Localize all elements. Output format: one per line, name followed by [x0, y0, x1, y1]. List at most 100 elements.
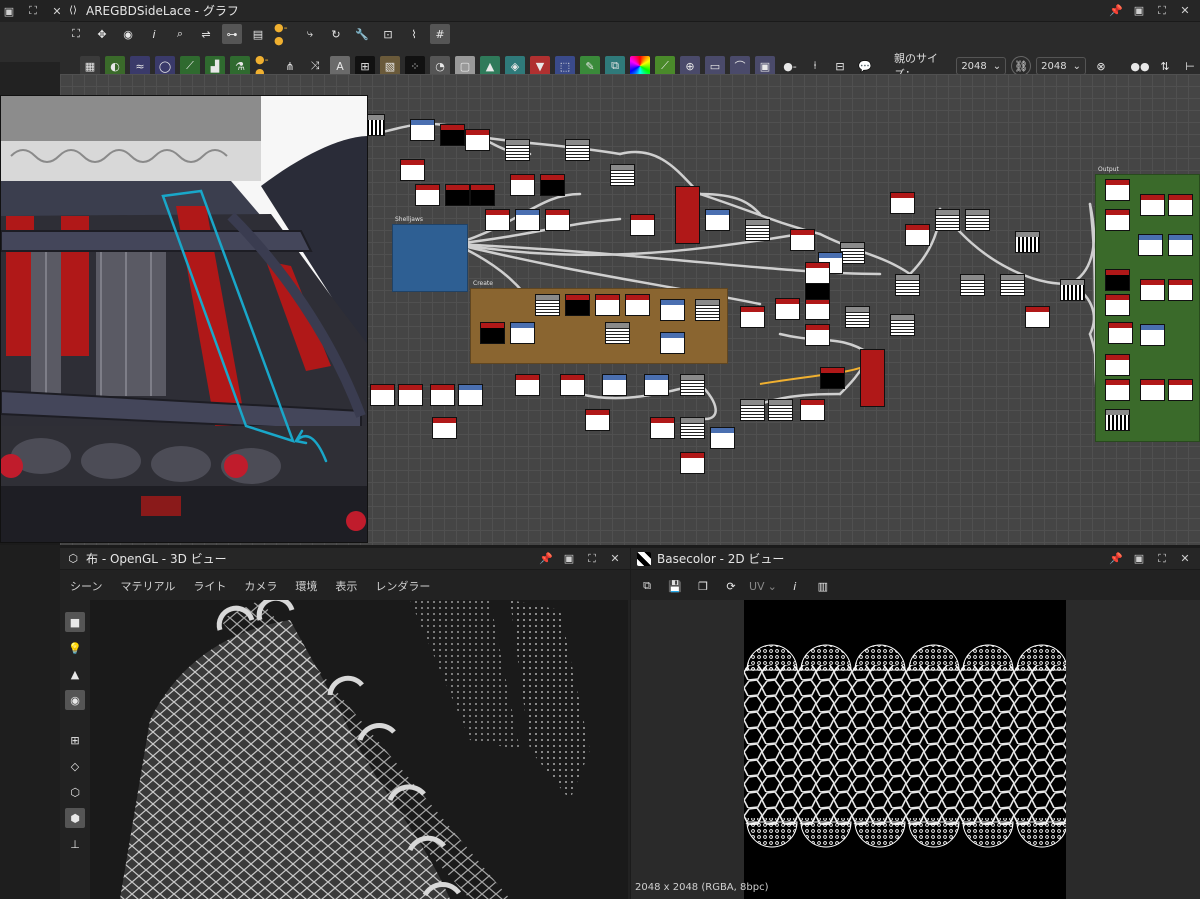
histogram-icon[interactable]: ▥: [813, 576, 833, 596]
node-chain-icon[interactable]: ●●: [1130, 56, 1150, 76]
menu-display[interactable]: 表示: [335, 578, 357, 594]
link-icon[interactable]: ⇌: [196, 24, 216, 44]
graph-node[interactable]: [400, 159, 425, 181]
levels-icon[interactable]: ⟋: [180, 56, 200, 76]
select-icon[interactable]: ⬚: [555, 56, 575, 76]
duplicate-icon[interactable]: ❐: [693, 576, 713, 596]
connector-node-icon[interactable]: ●-●: [255, 53, 275, 79]
svg-icon[interactable]: ⁘: [405, 56, 425, 76]
graph-node[interactable]: [610, 164, 635, 186]
bitmap-icon[interactable]: ▧: [380, 56, 400, 76]
graph-node[interactable]: [1105, 209, 1130, 231]
refresh-icon[interactable]: ↻: [326, 24, 346, 44]
pan-icon[interactable]: ✥: [92, 24, 112, 44]
graph-node[interactable]: [680, 452, 705, 474]
graph-node[interactable]: [805, 324, 830, 346]
graph-node[interactable]: [710, 427, 735, 449]
graph-node[interactable]: [480, 322, 505, 344]
graph-node[interactable]: [740, 399, 765, 421]
graph-node[interactable]: [1105, 179, 1130, 201]
export-icon[interactable]: ⊡: [378, 24, 398, 44]
graph-node[interactable]: [1105, 354, 1130, 376]
close-icon[interactable]: ✕: [1178, 552, 1192, 566]
align-icon[interactable]: ⇅: [1155, 56, 1175, 76]
pin-icon[interactable]: 📌: [539, 552, 553, 566]
graph-node[interactable]: [1138, 234, 1163, 256]
graph-node[interactable]: [445, 184, 470, 206]
camera-icon[interactable]: ◉: [118, 24, 138, 44]
graph-node[interactable]: [805, 298, 830, 320]
brush-icon[interactable]: ⌇: [404, 24, 424, 44]
graph-node[interactable]: [965, 209, 990, 231]
graph-node[interactable]: [535, 294, 560, 316]
gradient-map-icon[interactable]: ⟋: [655, 56, 675, 76]
warp-icon[interactable]: ⧉: [605, 56, 625, 76]
histogram-icon[interactable]: ▲: [480, 56, 500, 76]
atomic-grid-icon[interactable]: ▦: [80, 56, 100, 76]
shuffle-icon[interactable]: ⤨: [305, 56, 325, 76]
graph-node[interactable]: [660, 299, 685, 321]
graph-node[interactable]: [905, 224, 930, 246]
graph-node[interactable]: [505, 139, 530, 161]
graph-node[interactable]: [860, 349, 885, 407]
fx-map-icon[interactable]: ⊞: [355, 56, 375, 76]
graph-node[interactable]: [1015, 231, 1040, 253]
graph-node[interactable]: [705, 209, 730, 231]
graph-node[interactable]: [432, 417, 457, 439]
graph-node[interactable]: [805, 262, 830, 284]
menu-light[interactable]: ライト: [193, 578, 226, 594]
text-icon[interactable]: A: [330, 56, 350, 76]
graph-node[interactable]: [890, 192, 915, 214]
size-width-dropdown[interactable]: 2048 ⌄: [956, 57, 1007, 75]
drop-icon[interactable]: ◔: [430, 56, 450, 76]
graph-node[interactable]: [745, 219, 770, 241]
graph-node[interactable]: [644, 374, 669, 396]
graph-node[interactable]: [1060, 279, 1085, 301]
graph-node[interactable]: [605, 322, 630, 344]
node-link-icon[interactable]: ●-: [780, 56, 800, 76]
uniform-icon[interactable]: ▭: [705, 56, 725, 76]
graph-node[interactable]: [1140, 324, 1165, 346]
graph-node[interactable]: [960, 274, 985, 296]
graph-node[interactable]: [630, 214, 655, 236]
route-icon[interactable]: ⤷: [300, 24, 320, 44]
copy-view-icon[interactable]: ⧉: [637, 576, 657, 596]
comment-icon[interactable]: 💬: [855, 56, 875, 76]
link-size-icon[interactable]: ⛓: [1011, 56, 1032, 76]
curve-edit-icon[interactable]: ⌒: [730, 56, 750, 76]
uv-dropdown[interactable]: UV ⌄: [749, 580, 777, 593]
menu-environment[interactable]: 環境: [295, 578, 317, 594]
axis-icon[interactable]: ⊥: [65, 834, 85, 854]
graph-node[interactable]: [595, 294, 620, 316]
grid-snap-icon[interactable]: #: [430, 24, 450, 44]
connector-icon[interactable]: ●-●: [274, 21, 294, 47]
menu-renderer[interactable]: レンダラー: [375, 578, 430, 594]
graph-icon[interactable]: ⊶: [222, 24, 242, 44]
restore-icon[interactable]: ▣: [562, 552, 576, 566]
menu-scene[interactable]: シーン: [70, 578, 102, 594]
circle-icon[interactable]: ◯: [155, 56, 175, 76]
display-icon[interactable]: ◉: [65, 690, 85, 710]
graph-node[interactable]: [415, 184, 440, 206]
graph-node[interactable]: [585, 409, 610, 431]
graph-node[interactable]: [515, 209, 540, 231]
restore-icon[interactable]: ▣: [1132, 552, 1146, 566]
graph-node[interactable]: [890, 314, 915, 336]
graph-node[interactable]: [560, 374, 585, 396]
menu-material[interactable]: マテリアル: [120, 578, 175, 594]
pin-icon[interactable]: 📌: [1109, 4, 1123, 18]
graph-node[interactable]: [740, 306, 765, 328]
graph-node[interactable]: [1140, 379, 1165, 401]
graph-node[interactable]: [515, 374, 540, 396]
graph-node[interactable]: [545, 209, 570, 231]
menu-camera[interactable]: カメラ: [244, 578, 277, 594]
graph-node[interactable]: [458, 384, 483, 406]
graph-node[interactable]: [845, 306, 870, 328]
graph-node[interactable]: [820, 367, 845, 389]
graph-node[interactable]: [1108, 322, 1133, 344]
graph-node[interactable]: [565, 139, 590, 161]
graph-node[interactable]: [510, 322, 535, 344]
view3d-viewport[interactable]: [90, 600, 628, 899]
transform-icon[interactable]: ⊕: [680, 56, 700, 76]
graph-node[interactable]: [790, 229, 815, 251]
